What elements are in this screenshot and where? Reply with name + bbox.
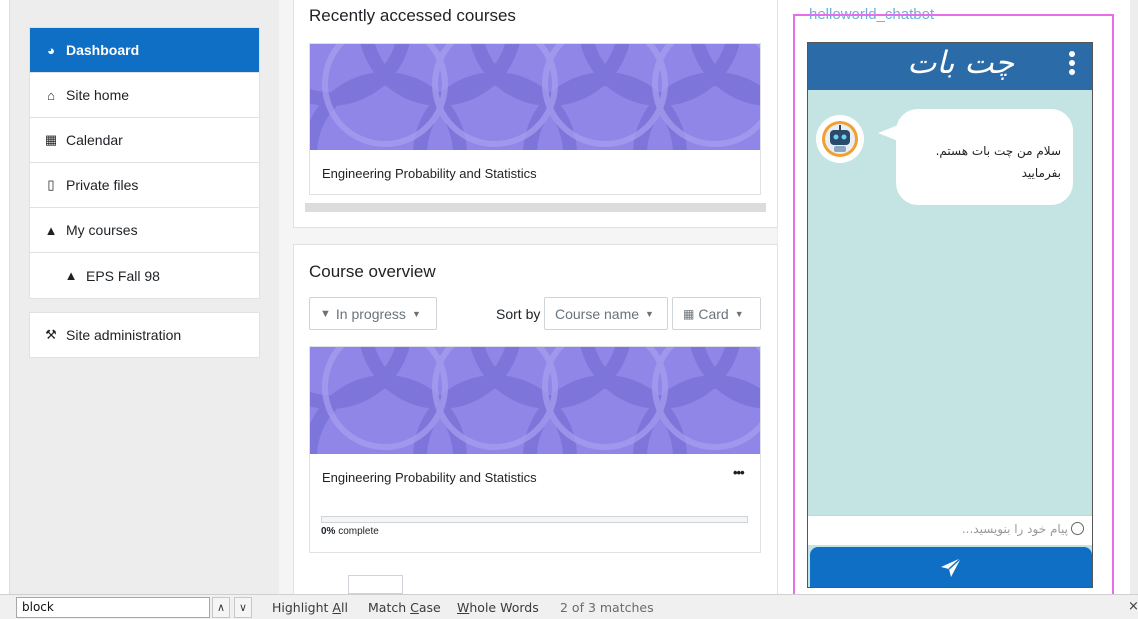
vertical-scrollbar[interactable] (1130, 0, 1138, 594)
chat-header: چت بات (808, 43, 1092, 90)
nav-item-label: My courses (66, 222, 138, 238)
recent-courses-title: Recently accessed courses (309, 6, 516, 25)
find-next-button[interactable]: ∨ (234, 597, 252, 618)
bot-avatar (816, 115, 864, 163)
graduation-cap-icon: ▲ (64, 268, 78, 283)
view-label: Card (698, 305, 729, 322)
caret-down-icon: ▼ (734, 308, 744, 319)
option-label: ase (418, 600, 441, 615)
course-overview-title: Course overview (309, 262, 436, 281)
nav-item-label: Site home (66, 87, 130, 103)
course-image (310, 44, 760, 150)
grid-icon: ▦ (683, 306, 695, 321)
close-icon[interactable]: × (1128, 599, 1138, 614)
sort-dropdown[interactable]: Course name ▼ (544, 297, 668, 330)
nav-item-label: Private files (66, 177, 139, 193)
course-name[interactable]: Engineering Probability and Statistics (322, 166, 537, 181)
nav-item-label: Calendar (66, 132, 123, 148)
option-label: hole Words (469, 600, 539, 615)
bubble-tail (878, 125, 898, 141)
chatbot-window: چت بات سلام من چت بات هستم. بفرمایید پیا… (807, 42, 1093, 588)
nav-item-label: Site administration (66, 327, 182, 343)
nav-item-dashboard[interactable]: ◕ Dashboard (30, 28, 259, 73)
option-accesskey: A (332, 600, 341, 615)
find-previous-button[interactable]: ∧ (212, 597, 230, 618)
nav-item-label: EPS Fall 98 (86, 267, 160, 284)
filter-icon: ▼ (320, 307, 331, 320)
progress-bar (321, 516, 748, 523)
bot-message-line: سلام من چت بات هستم. (935, 144, 1061, 158)
nav-item-calendar[interactable]: ▦ Calendar (30, 118, 259, 163)
option-accesskey: W (457, 600, 470, 615)
send-icon (941, 557, 962, 577)
nav-item-my-courses[interactable]: ▲ My courses (30, 208, 259, 253)
graduation-cap-icon: ▲ (44, 222, 58, 238)
file-icon: ▯ (47, 177, 55, 192)
bot-message-bubble: سلام من چت بات هستم. بفرمایید (896, 109, 1073, 205)
horizontal-scrollbar[interactable] (305, 203, 766, 212)
more-actions-icon[interactable]: ••• (733, 465, 745, 480)
wrench-icon: ⚒ (45, 327, 57, 342)
match-count: 2 of 3 matches (560, 600, 654, 615)
option-label: ll (340, 600, 348, 615)
calendar-icon: ▦ (44, 132, 58, 147)
option-label: Match (368, 600, 411, 615)
sort-by-label: Sort by (496, 306, 541, 322)
nav-item-site-administration[interactable]: ⚒ Site administration (29, 312, 260, 358)
nav-item-private-files[interactable]: ▯ Private files (30, 163, 259, 208)
send-button[interactable] (810, 547, 1092, 587)
chat-title: چت بات (907, 45, 1014, 81)
kebab-menu-icon[interactable] (1068, 51, 1076, 79)
caret-down-icon: ▼ (645, 308, 654, 319)
progress-percent: 0% (321, 526, 336, 537)
bot-message-line: بفرمایید (1021, 166, 1061, 180)
filter-label: In progress (335, 305, 406, 322)
progress-suffix: complete (335, 526, 379, 537)
option-accesskey: C (410, 600, 419, 615)
progress-text: 0% complete (321, 526, 379, 537)
find-input[interactable]: block (16, 597, 210, 618)
sort-value: Course name (555, 305, 640, 322)
nav-item-site-home[interactable]: ⌂ Site home (30, 73, 259, 118)
highlight-all-option[interactable]: Highlight All (272, 600, 348, 615)
navigation-block: ◕ Dashboard ⌂ Site home ▦ Calendar ▯ Pri… (29, 27, 260, 299)
dashboard-icon: ◕ (47, 42, 55, 58)
chat-input-placeholder: پیام خود را بنویسید... (961, 522, 1068, 536)
nav-item-eps-fall-98[interactable]: ▲ EPS Fall 98 (30, 253, 259, 298)
option-label: Highlight (272, 600, 333, 615)
emoji-icon[interactable] (1071, 522, 1084, 535)
course-image (310, 347, 760, 454)
course-name[interactable]: Engineering Probability and Statistics (322, 470, 537, 485)
whole-words-option[interactable]: Whole Words (457, 600, 539, 615)
match-case-option[interactable]: Match Case (368, 600, 441, 615)
filter-dropdown[interactable]: ▼ In progress ▼ (309, 297, 437, 330)
view-dropdown[interactable]: ▦ Card ▼ (672, 297, 761, 330)
recent-course-card[interactable]: Engineering Probability and Statistics (309, 43, 761, 195)
find-bar: block ∧ ∨ Highlight All Match Case Whole… (0, 594, 1138, 619)
home-icon: ⌂ (47, 87, 55, 103)
caret-down-icon: ▼ (411, 308, 421, 319)
left-edge-panel (0, 0, 10, 594)
nav-item-label: Dashboard (66, 42, 140, 58)
paging-control[interactable] (348, 575, 403, 594)
chat-message-input[interactable]: پیام خود را بنویسید... (808, 515, 1092, 545)
